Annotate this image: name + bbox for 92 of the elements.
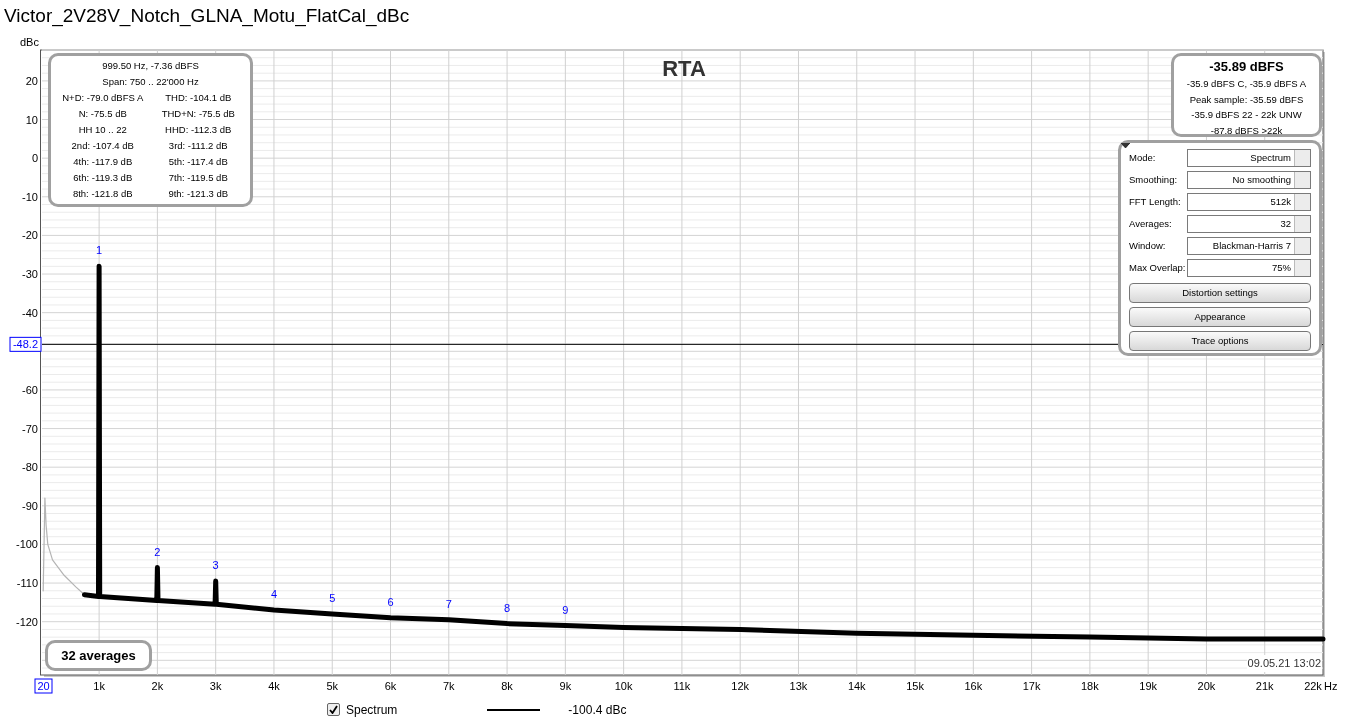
harmonic-label: 8	[504, 601, 511, 614]
tick-label: 9k	[559, 680, 572, 692]
dropdown[interactable]: Blackman-Harris 7	[1187, 237, 1311, 255]
dropdown[interactable]: 32	[1187, 215, 1311, 233]
harmonic-label: 5	[329, 591, 336, 604]
tick-label: 12k	[731, 680, 750, 692]
level-cursor-readout[interactable]: -48.2	[9, 336, 42, 352]
tick-label: 8k	[501, 680, 513, 692]
tick-label: 13k	[789, 680, 808, 692]
info-text: 4th: -117.9 dB	[72, 155, 134, 169]
level-text: -35.9 dBFS 22 - 22k UNW	[1190, 108, 1303, 122]
info-text: HHD: -112.3 dB	[164, 123, 233, 137]
field-label: Smoothing:	[1129, 172, 1179, 187]
tick-label: -100	[15, 538, 38, 551]
harmonic-label: 9	[562, 603, 569, 616]
field-label: Averages:	[1129, 216, 1173, 231]
info-text: 2nd: -107.4 dB	[70, 139, 135, 153]
tick-label: 21k	[1255, 680, 1274, 692]
tick-label: 15k	[906, 680, 924, 692]
tick-label: 2k	[151, 680, 164, 692]
info-text: HH 10 .. 22	[77, 123, 128, 137]
dropdown[interactable]: 512k	[1187, 193, 1311, 211]
legend-line-sample	[487, 708, 541, 711]
window-title: Victor_2V28V_Notch_GLNA_Motu_FlatCal_dBc	[3, 4, 411, 29]
harmonic-label: 2	[154, 545, 161, 558]
tick-label: -10	[22, 190, 38, 203]
tick-label: 3k	[209, 680, 222, 692]
harmonic-label: 4	[270, 588, 277, 601]
info-text: N+D: -79.0 dBFS A	[61, 91, 145, 105]
tick-label: 5k	[326, 680, 339, 692]
info-text: 7th: -119.5 dB	[167, 171, 229, 185]
info-text: Span: 750 .. 22'000 Hz	[101, 75, 200, 89]
legend-label: Spectrum	[346, 701, 398, 719]
tick-label: -60	[22, 383, 38, 396]
info-text: 8th: -121.8 dB	[71, 187, 134, 201]
axis-label: Hz	[1324, 680, 1338, 692]
chart-title: RTA	[662, 56, 706, 81]
timestamp: 09.05.21 13:02	[1246, 655, 1322, 672]
tick-label: 18k	[1081, 680, 1099, 692]
field-label: Window:	[1129, 238, 1167, 253]
settings-button[interactable]: Distortion settings	[1129, 283, 1311, 303]
tick-label: -120	[15, 615, 38, 628]
tick-label: 10	[25, 113, 38, 126]
harmonic-label: 3	[212, 559, 219, 572]
tick-label: 22k	[1304, 680, 1322, 692]
tick-label: 20k	[1197, 680, 1216, 692]
harmonic-label: 6	[387, 595, 394, 608]
harmonic-label: 7	[445, 597, 452, 610]
tick-label: 6k	[384, 680, 397, 692]
axis-label: dBc	[20, 36, 39, 48]
tick-label: -90	[22, 499, 38, 512]
info-text: 5th: -117.4 dB	[167, 155, 229, 169]
checkbox[interactable]	[327, 703, 340, 716]
dropdown[interactable]: Spectrum	[1187, 149, 1311, 167]
tick-label: 4k	[268, 680, 280, 692]
tick-label: -30	[22, 268, 38, 281]
tick-label: 10k	[614, 680, 633, 692]
info-text: 9th: -121.3 dB	[167, 187, 230, 201]
settings-button[interactable]: Appearance	[1129, 307, 1311, 327]
harmonic-label: 1	[96, 244, 103, 257]
level-text: Peak sample: -35.59 dBFS	[1188, 92, 1305, 107]
tick-label: 7k	[443, 680, 455, 692]
tick-label: -110	[16, 577, 38, 590]
info-text: 3rd: -111.2 dB	[167, 139, 229, 153]
info-text: N: -75.5 dB	[77, 107, 128, 121]
tick-label: 0	[31, 152, 38, 165]
tick-label: 11k	[673, 680, 691, 692]
field-label: Max Overlap:	[1129, 260, 1187, 275]
tick-label: 16k	[964, 680, 983, 692]
tick-label: 17k	[1022, 680, 1041, 692]
legend-reading: -100.4 dBc	[568, 701, 627, 719]
tick-label: -20	[22, 229, 38, 242]
field-label: FFT Length:	[1129, 194, 1182, 209]
tick-label: 20	[25, 74, 38, 87]
tick-label: -80	[22, 461, 38, 474]
averages-badge: 32 averages	[45, 640, 152, 671]
info-text: 6th: -119.3 dB	[72, 171, 134, 185]
level-text: -87.8 dBFS >22k	[1209, 123, 1284, 138]
info-text: THD: -104.1 dB	[164, 91, 233, 105]
field-label: Mode:	[1129, 150, 1157, 165]
tick-label: 1k	[93, 680, 105, 692]
tick-label: -40	[22, 306, 38, 319]
info-text: 999.50 Hz, -7.36 dBFS	[101, 59, 200, 73]
info-text: THD+N: -75.5 dB	[160, 107, 236, 121]
dropdown[interactable]: No smoothing	[1187, 171, 1311, 189]
tick-label: 14k	[847, 680, 866, 692]
level-text: -35.9 dBFS C, -35.9 dBFS A	[1185, 77, 1308, 91]
level-reading: -35.89 dBFS	[1208, 58, 1285, 76]
tick-label: 19k	[1139, 680, 1158, 692]
settings-button[interactable]: Trace options	[1129, 331, 1311, 351]
frequency-cursor-readout[interactable]: 20	[34, 678, 53, 694]
tick-label: -70	[22, 422, 38, 435]
